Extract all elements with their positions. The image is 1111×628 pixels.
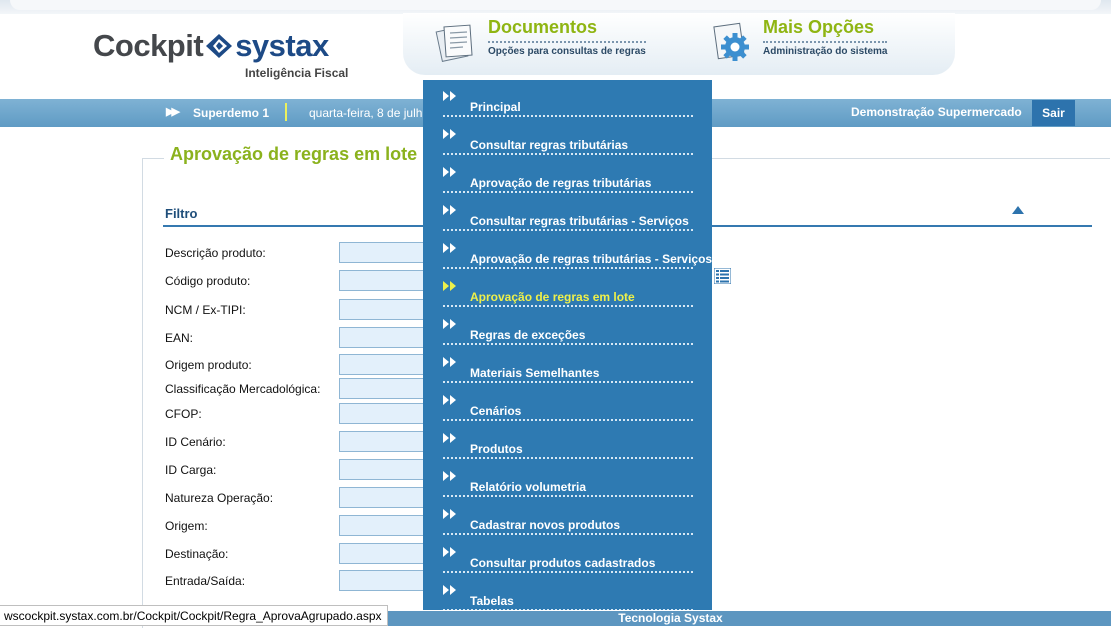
gear-icon <box>713 22 749 61</box>
double-arrow-icon <box>443 91 456 101</box>
menu-item-label: Regras de exceções <box>470 328 586 342</box>
menu-item[interactable]: Consultar regras tributárias - Serviços <box>443 201 693 231</box>
filter-label: Classificação Mercadológica: <box>165 382 321 396</box>
filter-input[interactable] <box>339 354 429 375</box>
menu-item[interactable]: Aprovação de regras tributárias <box>443 163 693 193</box>
menu-item-label: Aprovação de regras tributárias - Serviç… <box>470 252 712 266</box>
double-arrow-icon <box>443 585 456 595</box>
menu-item[interactable]: Regras de exceções <box>443 315 693 345</box>
double-arrow-icon <box>443 205 456 215</box>
menu-item[interactable]: Materiais Semelhantes <box>443 353 693 383</box>
double-arrow-icon <box>443 433 456 443</box>
filter-label: CFOP: <box>165 407 202 421</box>
menu-item-label: Tabelas <box>470 594 514 608</box>
filter-input[interactable] <box>339 378 429 399</box>
menu-item[interactable]: Principal <box>443 87 693 117</box>
top-frame <box>0 0 1111 14</box>
double-arrow-icon <box>443 319 456 329</box>
documents-icon <box>435 24 473 62</box>
menu-item[interactable]: Aprovação de regras em lote <box>443 277 693 307</box>
menu-item-label: Consultar regras tributárias - Serviços <box>470 214 689 228</box>
filter-label: EAN: <box>165 331 194 345</box>
menu-item-label: Aprovação de regras tributárias <box>470 176 652 190</box>
double-arrow-icon <box>443 167 456 177</box>
menu-documentos[interactable]: Documentos Opções para consultas de regr… <box>433 13 673 75</box>
filter-input[interactable] <box>339 270 429 291</box>
menu-documentos-title: Documentos <box>488 17 598 37</box>
filter-label: Natureza Operação: <box>165 491 274 505</box>
bar-separator <box>285 103 287 121</box>
double-arrow-icon <box>443 509 456 519</box>
logo-subtitle: Inteligência Fiscal <box>245 66 349 80</box>
double-arrow-icon <box>443 357 456 367</box>
menu-item-label: Principal <box>470 100 521 114</box>
filter-input[interactable] <box>339 242 429 263</box>
menu-item-label: Produtos <box>470 442 523 456</box>
header-menu-tab: Documentos Opções para consultas de regr… <box>403 13 955 75</box>
logo[interactable]: Cockpit systax Inteligência Fiscal <box>93 30 348 81</box>
menu-documentos-subtitle: Opções para consultas de regras <box>488 41 646 57</box>
menu-item-label: Aprovação de regras em lote <box>470 290 635 304</box>
status-bar-url: wscockpit.systax.com.br/Cockpit/Cockpit/… <box>0 605 388 626</box>
menu-item[interactable]: Consultar regras tributárias <box>443 125 693 155</box>
current-date: quarta-feira, 8 de julh <box>309 106 423 120</box>
filter-label: Origem produto: <box>165 358 252 372</box>
filter-label: ID Carga: <box>165 463 217 477</box>
filter-label: Origem: <box>165 519 208 533</box>
filter-input[interactable] <box>339 459 429 480</box>
filter-label: ID Cenário: <box>165 435 226 449</box>
logo-brand: systax <box>235 28 329 63</box>
filter-label: Código produto: <box>165 274 251 288</box>
filter-input[interactable] <box>339 431 429 452</box>
collapse-up-icon[interactable] <box>1012 206 1024 214</box>
menu-mais-opcoes-subtitle: Administração do sistema <box>763 41 888 57</box>
double-arrow-icon <box>443 547 456 557</box>
user-name: Superdemo 1 <box>193 106 270 120</box>
menu-item[interactable]: Cadastrar novos produtos <box>443 505 693 535</box>
menu-mais-opcoes[interactable]: Mais Opções Administração do sistema <box>708 13 928 75</box>
logout-button[interactable]: Sair <box>1032 100 1075 126</box>
menu-item[interactable]: Cenários <box>443 391 693 421</box>
menu-item-label: Consultar regras tributárias <box>470 138 629 152</box>
filter-label: Destinação: <box>165 547 229 561</box>
menu-item[interactable]: Relatório volumetria <box>443 467 693 497</box>
filter-section-title: Filtro <box>165 206 198 221</box>
double-arrow-icon: ▶▶ <box>166 106 180 118</box>
menu-item-label: Cenários <box>470 404 522 418</box>
filter-input[interactable] <box>339 543 429 564</box>
filter-label: Descrição produto: <box>165 246 266 260</box>
logo-text: Cockpit systax <box>93 30 329 62</box>
double-arrow-icon <box>443 129 456 139</box>
menu-item-label: Consultar produtos cadastrados <box>470 556 656 570</box>
double-arrow-icon <box>443 243 456 253</box>
menu-item[interactable]: Tabelas <box>443 581 693 610</box>
filter-input[interactable] <box>339 327 429 348</box>
menu-item-label: Relatório volumetria <box>470 480 587 494</box>
menu-item-label: Materiais Semelhantes <box>470 366 600 380</box>
double-arrow-icon <box>443 471 456 481</box>
filter-input[interactable] <box>339 570 429 591</box>
filter-input[interactable] <box>339 515 429 536</box>
documentos-dropdown-menu: Principal Consultar regras tributárias Apr… <box>423 80 712 610</box>
menu-item-label: Cadastrar novos produtos <box>470 518 621 532</box>
filter-input[interactable] <box>339 299 429 320</box>
menu-item[interactable]: Consultar produtos cadastrados <box>443 543 693 573</box>
filter-input[interactable] <box>339 403 429 424</box>
menu-mais-opcoes-title: Mais Opções <box>763 17 875 37</box>
filter-label: NCM / Ex-TIPI: <box>165 303 246 317</box>
double-arrow-icon <box>443 395 456 405</box>
menu-item[interactable]: Produtos <box>443 429 693 459</box>
menu-item[interactable]: Aprovação de regras tributárias - Serviç… <box>443 239 712 269</box>
filter-label: Entrada/Saída: <box>165 574 246 588</box>
company-name: Demonstração Supermercado <box>851 105 1022 119</box>
logo-main: Cockpit <box>93 28 204 63</box>
logo-mark-icon <box>206 34 233 58</box>
filter-input[interactable] <box>339 487 429 508</box>
list-icon[interactable] <box>714 268 731 284</box>
page-title: Aprovação de regras em lote <box>164 144 424 165</box>
double-arrow-icon <box>443 281 456 291</box>
